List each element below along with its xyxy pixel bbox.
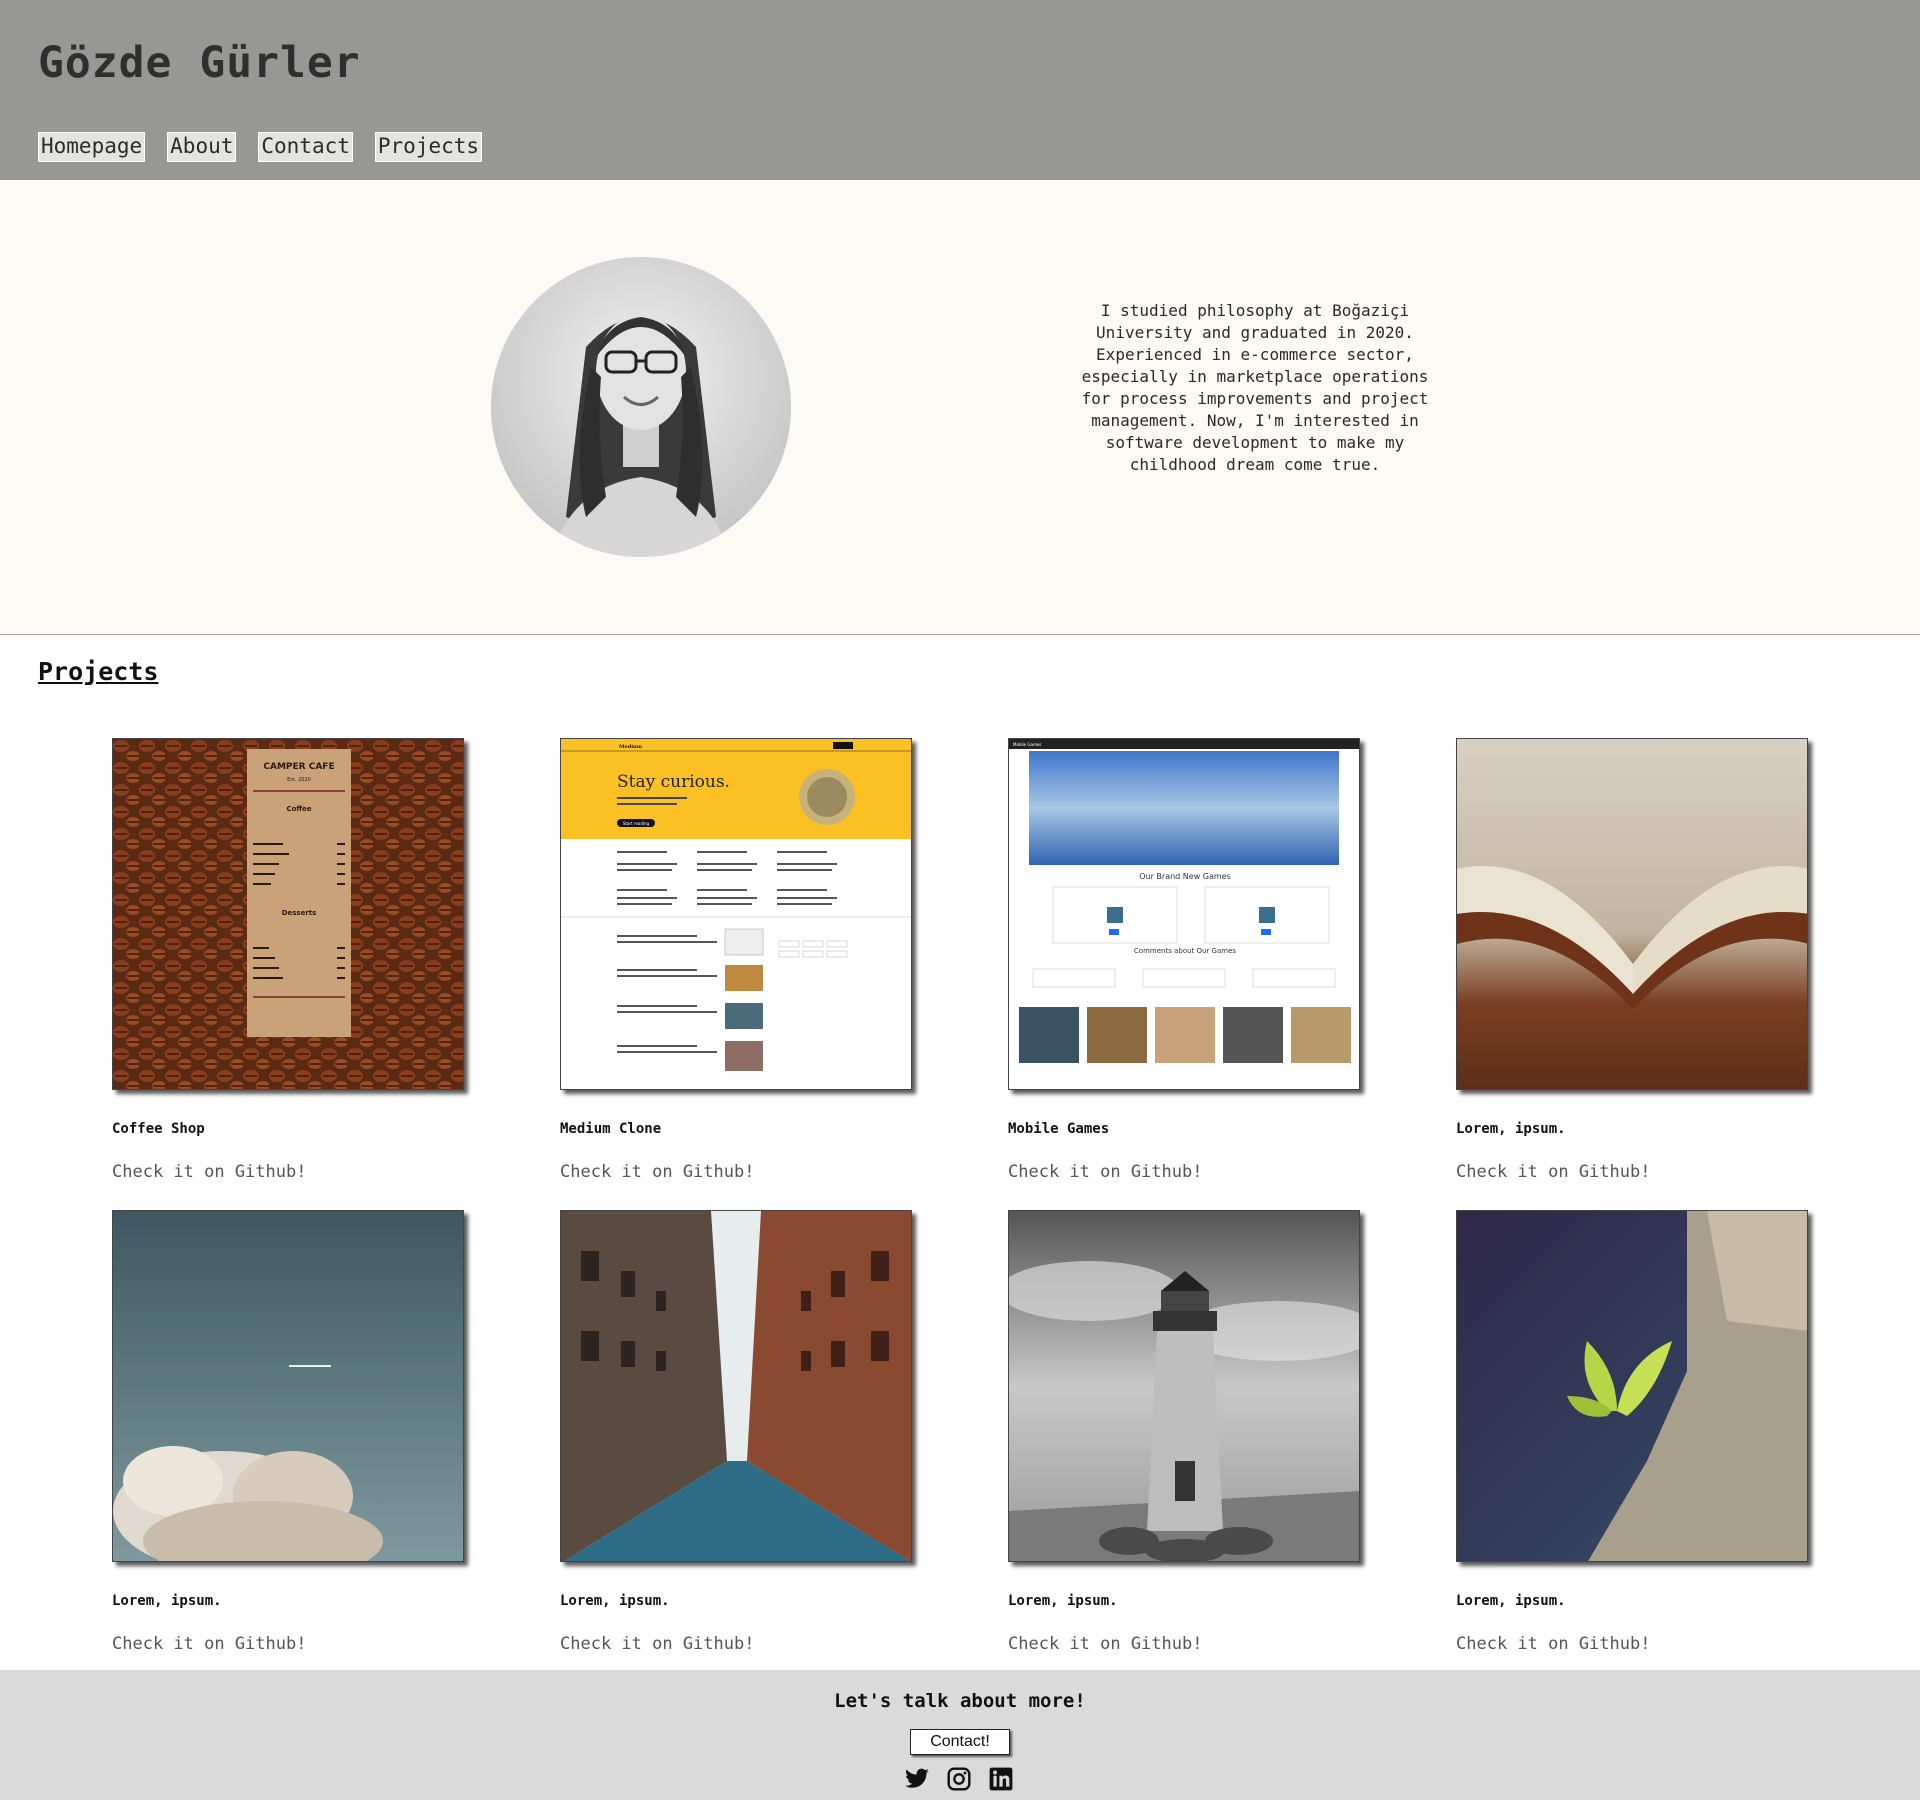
project-title: Coffee Shop	[112, 1121, 205, 1137]
project-title: Lorem, ipsum.	[1456, 1121, 1566, 1137]
twitter-icon[interactable]	[904, 1766, 930, 1792]
project-title: Lorem, ipsum.	[1456, 1593, 1566, 1609]
linkedin-icon[interactable]	[988, 1766, 1014, 1792]
projects-heading: Projects	[38, 657, 159, 686]
github-link[interactable]: Check it on Github!	[112, 1634, 306, 1654]
project-title: Lorem, ipsum.	[1008, 1593, 1118, 1609]
project-title: Medium Clone	[560, 1121, 662, 1137]
site-footer: Let's talk about more! Contact!	[0, 1670, 1920, 1800]
project-card-street: Lorem, ipsum. Check it on Github!	[560, 1210, 912, 1654]
project-title: Lorem, ipsum.	[112, 1593, 222, 1609]
about-section: I studied philosophy at Boğaziçi Univers…	[0, 180, 1920, 635]
project-thumbnail[interactable]	[1008, 1210, 1360, 1562]
medium-headline-text: Stay curious.	[617, 772, 730, 792]
project-title: Mobile Games	[1008, 1121, 1110, 1137]
site-title: Gözde Gürler	[38, 38, 361, 88]
cafe-title-text: CAMPER CAFE	[263, 762, 334, 772]
github-link[interactable]: Check it on Github!	[1008, 1162, 1202, 1182]
project-card-sprout: Lorem, ipsum. Check it on Github!	[1456, 1210, 1808, 1654]
github-link[interactable]: Check it on Github!	[1008, 1634, 1202, 1654]
project-thumbnail[interactable]	[112, 1210, 464, 1562]
games-comments-text: Comments about Our Games	[1134, 947, 1236, 955]
project-card-coffee-shop: CAMPER CAFE Est. 2020 Coffee Desserts Co…	[112, 738, 464, 1182]
medium-button-text: Start reading	[623, 821, 650, 826]
project-thumbnail[interactable]: Medium Stay curious. Start reading	[560, 738, 912, 1090]
project-thumbnail[interactable]: Mobile Games Our Brand New Games Comment…	[1008, 738, 1360, 1090]
social-links	[904, 1766, 1014, 1792]
nav-contact[interactable]: Contact	[258, 132, 353, 162]
contact-button[interactable]: Contact!	[910, 1729, 1010, 1755]
project-thumbnail[interactable]	[560, 1210, 912, 1562]
main-nav: Homepage About Contact Projects	[38, 132, 483, 162]
cafe-est-text: Est. 2020	[287, 777, 311, 783]
project-thumbnail[interactable]: CAMPER CAFE Est. 2020 Coffee Desserts	[112, 738, 464, 1090]
footer-title: Let's talk about more!	[834, 1690, 1086, 1712]
project-card-mobile-games: Mobile Games Our Brand New Games Comment…	[1008, 738, 1360, 1182]
project-card-medium-clone: Medium Stay curious. Start reading Mediu…	[560, 738, 912, 1182]
project-title: Lorem, ipsum.	[560, 1593, 670, 1609]
games-heading-text: Our Brand New Games	[1139, 872, 1231, 881]
nav-about[interactable]: About	[167, 132, 237, 162]
profile-photo	[491, 257, 791, 557]
instagram-icon[interactable]	[946, 1766, 972, 1792]
about-text: I studied philosophy at Boğaziçi Univers…	[1081, 301, 1429, 474]
medium-brand-text: Medium	[619, 744, 643, 750]
games-brand-text: Mobile Games	[1013, 742, 1041, 747]
github-link[interactable]: Check it on Github!	[560, 1162, 754, 1182]
github-link[interactable]: Check it on Github!	[560, 1634, 754, 1654]
project-card-clouds: Lorem, ipsum. Check it on Github!	[112, 1210, 464, 1654]
project-card-lighthouse: Lorem, ipsum. Check it on Github!	[1008, 1210, 1360, 1654]
github-link[interactable]: Check it on Github!	[1456, 1162, 1650, 1182]
cafe-desserts-text: Desserts	[282, 909, 317, 917]
project-card-book: Lorem, ipsum. Check it on Github!	[1456, 738, 1808, 1182]
github-link[interactable]: Check it on Github!	[112, 1162, 306, 1182]
project-thumbnail[interactable]	[1456, 1210, 1808, 1562]
site-header: Gözde Gürler Homepage About Contact Proj…	[0, 0, 1920, 180]
github-link[interactable]: Check it on Github!	[1456, 1634, 1650, 1654]
project-thumbnail[interactable]	[1456, 738, 1808, 1090]
nav-projects[interactable]: Projects	[374, 132, 483, 162]
cafe-coffee-text: Coffee	[286, 805, 311, 813]
nav-homepage[interactable]: Homepage	[38, 132, 146, 162]
